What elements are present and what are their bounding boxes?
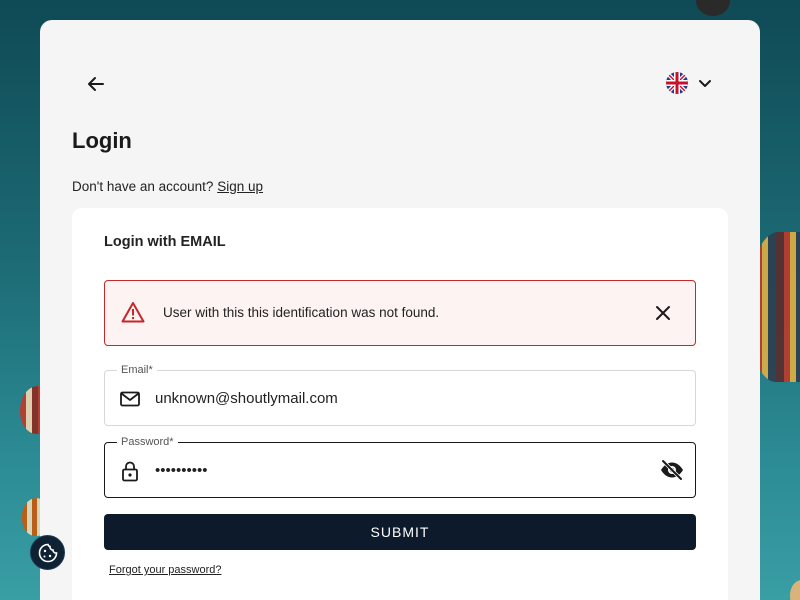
email-label: Email* bbox=[117, 363, 157, 377]
cookie-icon bbox=[38, 543, 57, 562]
language-selector[interactable] bbox=[666, 72, 712, 94]
arrow-left-icon bbox=[88, 77, 104, 91]
submit-button[interactable]: SUBMIT bbox=[104, 514, 696, 550]
password-input[interactable] bbox=[155, 443, 595, 497]
signup-prompt-text: Don't have an account? bbox=[72, 179, 214, 194]
error-alert: User with this this identification was n… bbox=[104, 280, 696, 346]
balloon-image bbox=[696, 0, 730, 16]
email-field: Email* bbox=[104, 363, 696, 426]
panel-title: Login with EMAIL bbox=[104, 234, 226, 250]
close-icon bbox=[656, 306, 670, 320]
toggle-password-visibility[interactable] bbox=[659, 459, 685, 481]
mail-icon bbox=[120, 391, 140, 407]
warning-icon bbox=[121, 302, 145, 323]
alert-close-button[interactable] bbox=[653, 303, 673, 323]
lock-icon bbox=[122, 461, 138, 482]
signup-link[interactable]: Sign up bbox=[217, 179, 263, 194]
cookie-settings-button[interactable] bbox=[30, 535, 65, 570]
page-title: Login bbox=[72, 128, 132, 153]
balloon-image bbox=[790, 580, 800, 600]
password-field: Password* bbox=[104, 435, 696, 498]
login-panel: Login with EMAIL User with this this ide… bbox=[72, 208, 728, 600]
back-button[interactable] bbox=[84, 72, 108, 96]
uk-flag-icon bbox=[666, 72, 688, 94]
eye-off-icon bbox=[661, 459, 683, 481]
chevron-down-icon bbox=[699, 80, 711, 87]
signup-prompt: Don't have an account? Sign up bbox=[72, 179, 263, 194]
forgot-password-link[interactable]: Forgot your password? bbox=[109, 564, 222, 576]
alert-message: User with this this identification was n… bbox=[163, 305, 440, 320]
email-input[interactable] bbox=[155, 371, 595, 425]
login-card: Login Don't have an account? Sign up Log… bbox=[40, 20, 760, 600]
